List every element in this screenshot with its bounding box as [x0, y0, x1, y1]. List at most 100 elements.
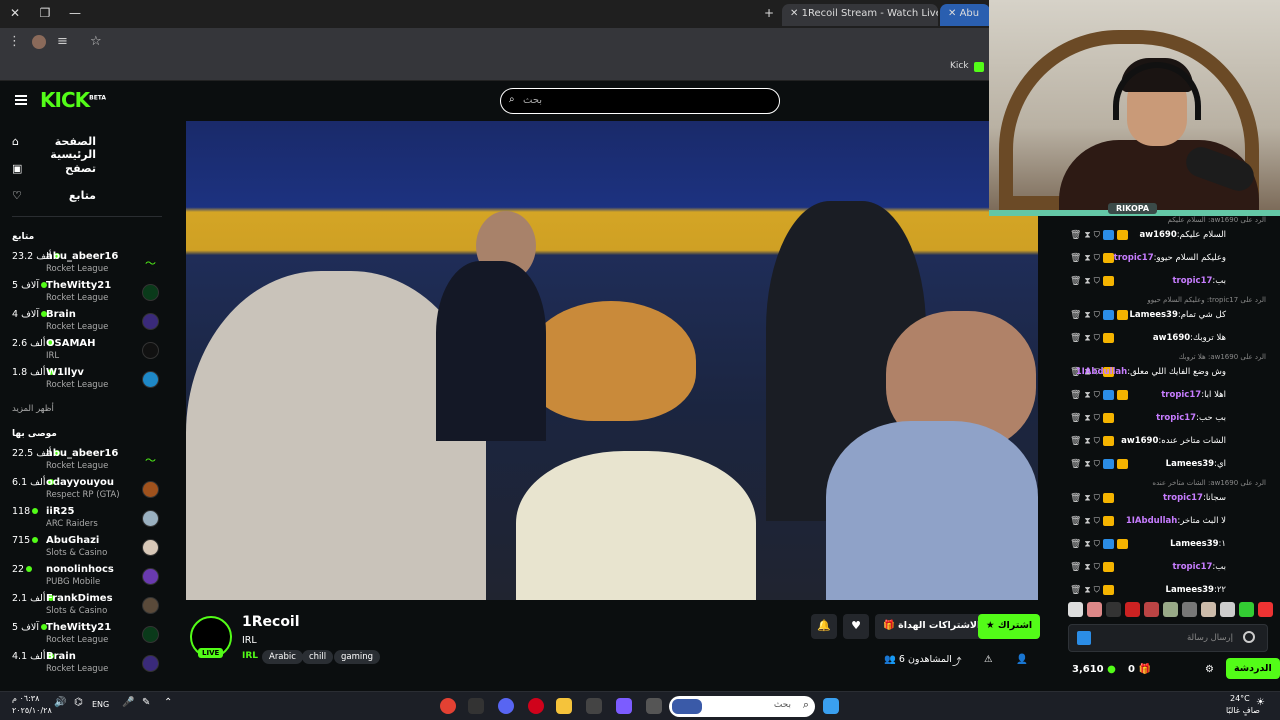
timeout-icon[interactable]: ⧗ [1084, 563, 1090, 573]
emote-icon[interactable] [1068, 602, 1083, 617]
chat-username[interactable]: Lamees39 [1129, 310, 1177, 320]
emote-icon[interactable] [1163, 602, 1178, 617]
chat-message[interactable]: 🗑 ⧗ ⛉ هلا تروبك:aw1690 [1062, 330, 1274, 348]
opera-icon[interactable] [528, 698, 544, 714]
show-more-link[interactable]: أظهر المزيد [12, 404, 54, 414]
sidebar-channel[interactable]: 5 آلاف TheWitty21 Rocket League [10, 280, 160, 308]
kick-logo[interactable]: KICKBETA [40, 88, 106, 112]
store-icon[interactable] [586, 698, 602, 714]
tag-chip[interactable]: chill [302, 650, 334, 664]
timeout-icon[interactable]: ⧗ [1084, 437, 1090, 447]
report-icon[interactable]: ⚠ [984, 654, 993, 665]
emote-icon[interactable] [1258, 602, 1273, 617]
chat-username[interactable]: 1IAbdullah [1126, 516, 1178, 526]
shield-icon[interactable]: ⛉ [1094, 254, 1100, 264]
timeout-icon[interactable]: ⧗ [1084, 414, 1090, 424]
sidebar-channel[interactable]: 118 iiR25 ARC Raiders [10, 506, 160, 534]
hamburger-menu-icon[interactable] [15, 95, 27, 105]
chat-username[interactable]: Lamees39 [1166, 585, 1214, 595]
delete-icon[interactable]: 🗑 [1070, 391, 1081, 401]
chat-message[interactable]: 🗑 ⧗ ⛉ كل شي تمام:Lamees39 [1062, 307, 1274, 325]
tag-chip[interactable]: gaming [334, 650, 381, 664]
share-icon[interactable]: ⤴ [952, 654, 962, 668]
chat-message[interactable]: 🗑 ⧗ ⛉ ١:Lamees39 [1062, 536, 1274, 554]
timeout-icon[interactable]: ⧗ [1084, 277, 1090, 287]
emote-icon[interactable] [1239, 602, 1254, 617]
sidebar-channel[interactable]: 1.8 ألف W1llyv Rocket League [10, 367, 160, 395]
chat-badge-icon[interactable] [1077, 631, 1091, 645]
nav-following[interactable]: متابع [12, 189, 96, 202]
taskbar-search-input[interactable]: بحث ⌕ [669, 696, 815, 717]
chat-username[interactable]: tropic17 [1172, 276, 1212, 286]
delete-icon[interactable]: 🗑 [1070, 334, 1081, 344]
tab-active[interactable]: ✕ 1Recoil Stream - Watch Live on [782, 4, 938, 26]
shield-icon[interactable]: ⛉ [1094, 311, 1100, 321]
obs-icon[interactable] [468, 698, 484, 714]
shield-icon[interactable]: ⛉ [1094, 563, 1100, 573]
tab-inactive[interactable]: ✕ Abu [940, 4, 990, 26]
sidebar-channel[interactable]: 2.6 ألف OSAMAH IRL [10, 338, 160, 366]
delete-icon[interactable]: 🗑 [1070, 460, 1081, 470]
sidebar-channel[interactable]: 2.1 ألف FrankDimes Slots & Casino [10, 593, 160, 621]
chat-username[interactable]: tropic17 [1161, 390, 1201, 400]
sidebar-channel[interactable]: 6.1 ألف odayyouyou Respect RP (GTA) [10, 477, 160, 505]
emote-icon[interactable] [1106, 602, 1121, 617]
delete-icon[interactable]: 🗑 [1070, 586, 1081, 596]
nav-browse[interactable]: تصفح [12, 162, 96, 175]
tag-chip[interactable]: Arabic [262, 650, 303, 664]
chevron-up-icon[interactable]: ⌃ [164, 697, 172, 708]
weather-temp[interactable]: 24°C [1230, 694, 1250, 703]
shield-icon[interactable]: ⛉ [1094, 540, 1100, 550]
chat-username[interactable]: Lamees39 [1170, 539, 1218, 549]
language-indicator[interactable]: ENG [92, 700, 109, 709]
chat-username[interactable]: tropic17 [1156, 413, 1196, 423]
close-tab-icon[interactable]: ✕ [948, 8, 956, 19]
emote-icon[interactable] [1144, 602, 1159, 617]
emote-icon[interactable] [1220, 602, 1235, 617]
chat-username[interactable]: aw1690 [1153, 333, 1190, 343]
delete-icon[interactable]: 🗑 [1070, 563, 1081, 573]
taskbar-date[interactable]: ٢٠٢٥/١٠/٢٨ [12, 706, 52, 715]
channel-points[interactable]: 3,610 ● [1072, 664, 1116, 675]
sidebar-channel[interactable]: 23.2 ألف abu_abeer16 Rocket League 〜 [10, 251, 160, 279]
shield-icon[interactable]: ⛉ [1094, 437, 1100, 447]
tag-category[interactable]: IRL [242, 651, 258, 661]
chat-message[interactable]: 🗑 ⧗ ⛉ بب:tropic17 [1062, 559, 1274, 577]
delete-icon[interactable]: 🗑 [1070, 231, 1081, 241]
restore-window-icon[interactable]: ❐ [38, 6, 52, 20]
subscribe-button[interactable]: ★ اشتراك [978, 614, 1041, 639]
shield-icon[interactable]: ⛉ [1094, 391, 1100, 401]
shield-icon[interactable]: ⛉ [1094, 517, 1100, 527]
new-tab-button[interactable]: + [762, 6, 776, 20]
emoji-picker-icon[interactable] [1243, 631, 1255, 643]
microphone-icon[interactable]: 🎤 [122, 697, 134, 708]
chat-input[interactable]: إرسال رسالة [1068, 624, 1268, 652]
chat-username[interactable]: tropic17 [1172, 562, 1212, 572]
chat-username[interactable]: tropic17 [1114, 253, 1154, 263]
delete-icon[interactable]: 🗑 [1070, 540, 1081, 550]
gift-count[interactable]: 0 🎁 [1128, 664, 1151, 675]
sidebar-channel[interactable]: 5 آلاف TheWitty21 Rocket League [10, 622, 160, 650]
notification-bell-button[interactable]: 🔔 [811, 614, 837, 639]
shield-icon[interactable]: ⛉ [1094, 414, 1100, 424]
delete-icon[interactable]: 🗑 [1070, 517, 1081, 527]
chat-message[interactable]: 🗑 ⧗ ⛉ اهلا ابا:tropic17 [1062, 387, 1274, 405]
chat-username[interactable]: Lamees39 [1166, 459, 1214, 469]
emote-icon[interactable] [1201, 602, 1216, 617]
timeout-icon[interactable]: ⧗ [1084, 517, 1090, 527]
delete-icon[interactable]: 🗑 [1070, 494, 1081, 504]
profile-avatar[interactable] [32, 35, 46, 49]
timeout-icon[interactable]: ⧗ [1084, 540, 1090, 550]
channel-category[interactable]: IRL [242, 635, 257, 646]
timeout-icon[interactable]: ⧗ [1084, 231, 1090, 241]
bookmark-star-icon[interactable]: ☆ [90, 34, 102, 49]
chat-message[interactable]: 🗑 ⧗ ⛉ وعليكم السلام حيوو:tropic17 [1062, 250, 1274, 268]
sidebar-channel[interactable]: 715 AbuGhazi Slots & Casino [10, 535, 160, 563]
emote-icon[interactable] [1182, 602, 1197, 617]
timeout-icon[interactable]: ⧗ [1084, 494, 1090, 504]
chat-message[interactable]: 🗑 ⧗ ⛉ اي:Lamees39 [1062, 456, 1274, 474]
nav-home[interactable]: الصفحة الرئيسية [12, 135, 96, 161]
sidebar-channel[interactable]: 4 آلاف Brain Rocket League [10, 309, 160, 337]
copilot-icon[interactable] [616, 698, 632, 714]
chat-message[interactable]: 🗑 ⧗ ⛉ وش وضع الفايك اللي معلق:1IAbdullah [1062, 364, 1274, 382]
